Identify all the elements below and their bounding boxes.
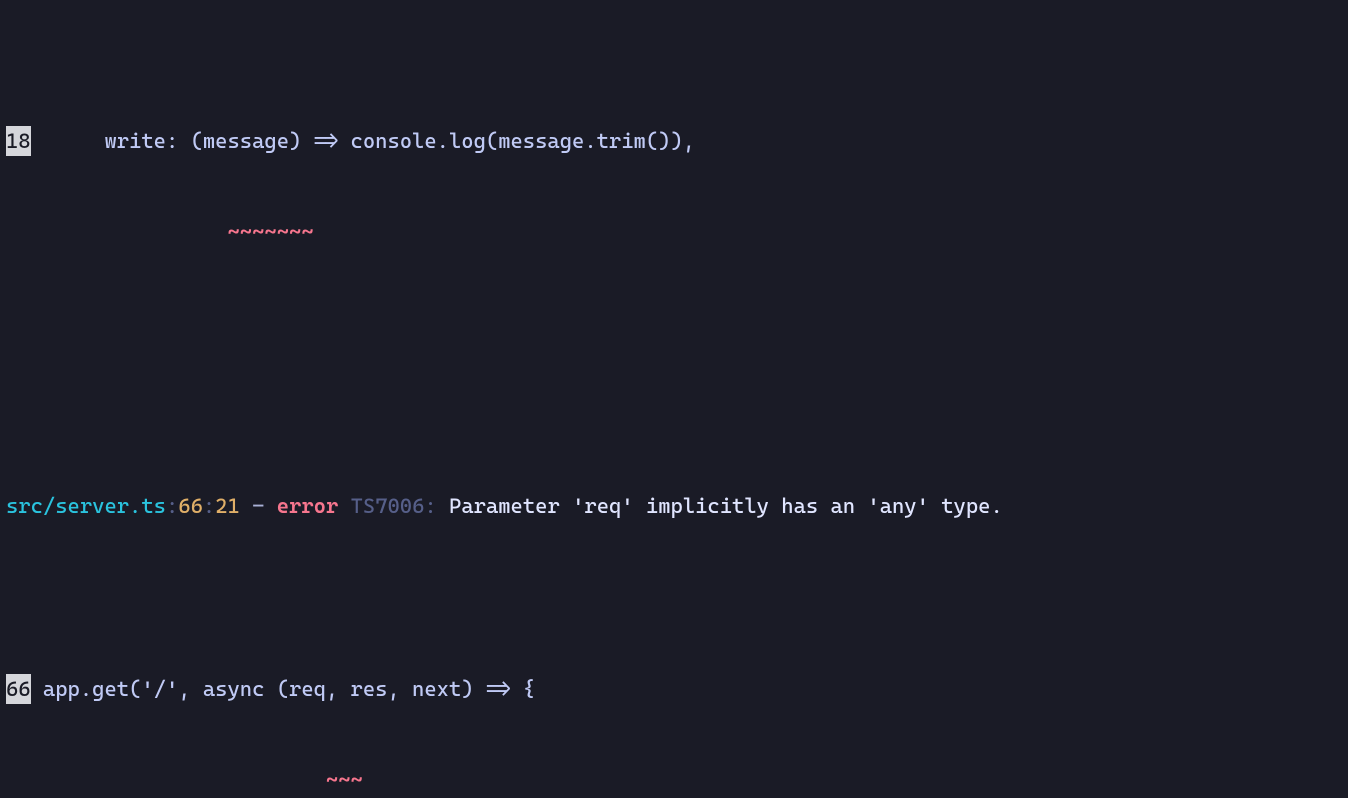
error-squiggle: 18 ~~~~~~~ bbox=[6, 217, 1342, 247]
line-gutter: 66 bbox=[6, 674, 31, 704]
diagnostic-severity: error bbox=[277, 494, 339, 518]
code-snippet: 18 write: (message) => console.log(messa… bbox=[6, 126, 1342, 156]
diagnostic-code: TS7006: bbox=[351, 494, 437, 518]
diagnostic-line-num: 66 bbox=[178, 494, 203, 518]
diagnostic-file: src/server.ts bbox=[6, 494, 166, 518]
line-gutter: 18 bbox=[6, 126, 31, 156]
diagnostic-col-num: 21 bbox=[215, 494, 240, 518]
diagnostic-line: src/server.ts:66:21 - error TS7006: Para… bbox=[6, 491, 1342, 521]
terminal-output: 18 write: (message) => console.log(messa… bbox=[0, 0, 1348, 798]
source-line: app.get('/', async (req, res, next) => { bbox=[31, 677, 536, 701]
source-line: write: (message) => console.log(message.… bbox=[31, 129, 695, 153]
error-squiggle: 66 ~~~ bbox=[6, 765, 1342, 795]
diagnostic-message: Parameter 'req' implicitly has an 'any' … bbox=[449, 494, 1003, 518]
code-snippet: 66 app.get('/', async (req, res, next) =… bbox=[6, 674, 1342, 704]
